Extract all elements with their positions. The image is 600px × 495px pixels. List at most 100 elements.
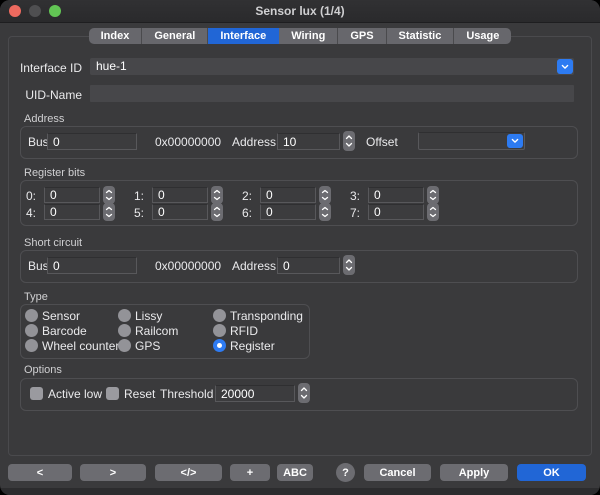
register-bit-1-stepper[interactable] [211, 186, 223, 204]
register-bit-1-input[interactable] [152, 187, 208, 203]
radio-rfid-label: RFID [230, 324, 258, 338]
address-bus-input[interactable] [47, 133, 137, 150]
uid-name-label: UID-Name [0, 88, 82, 102]
type-group-label: Type [24, 291, 48, 303]
register-bit-1-label: 1: [130, 189, 144, 203]
register-bit-6-stepper[interactable] [319, 203, 331, 221]
radio-transponding[interactable] [213, 309, 226, 322]
register-bit-0-stepper[interactable] [103, 186, 115, 204]
interface-id-dropdown-button[interactable] [557, 59, 573, 74]
radio-lissy-label: Lissy [135, 309, 162, 323]
register-bit-6-input[interactable] [260, 204, 316, 220]
window-bottom-edge [0, 488, 600, 495]
uid-name-input[interactable] [90, 85, 574, 102]
stepper-arrows-icon [427, 186, 439, 204]
radio-lissy[interactable] [118, 309, 131, 322]
radio-wheel-counter-label: Wheel counter [42, 339, 119, 353]
radio-railcom[interactable] [118, 324, 131, 337]
radio-register-label: Register [230, 339, 275, 353]
address-address-label: Address [232, 135, 276, 149]
radio-register[interactable] [213, 339, 226, 352]
tab-wiring[interactable]: Wiring [279, 28, 338, 44]
register-bit-7-input[interactable] [368, 204, 424, 220]
address-offset-combobox[interactable] [418, 132, 525, 150]
tab-bar: Index General Interface Wiring GPS Stati… [0, 28, 600, 44]
radio-railcom-label: Railcom [135, 324, 178, 338]
address-offset-dropdown-button[interactable] [507, 134, 523, 148]
threshold-label: Threshold [160, 387, 213, 401]
radio-sensor-label: Sensor [42, 309, 80, 323]
tab-usage[interactable]: Usage [454, 28, 511, 44]
register-bit-3-input[interactable] [368, 187, 424, 203]
register-bit-2-stepper[interactable] [319, 186, 331, 204]
next-button[interactable]: > [80, 464, 146, 481]
interface-id-label: Interface ID [0, 61, 82, 75]
register-bit-4-label: 4: [22, 206, 36, 220]
apply-button[interactable]: Apply [440, 464, 508, 481]
title-bar: Sensor lux (1/4) [0, 0, 600, 23]
tab-index[interactable]: Index [89, 28, 143, 44]
short-circuit-bus-hex-label: 0x00000000 [155, 259, 221, 273]
register-bit-7-label: 7: [346, 206, 360, 220]
cancel-button[interactable]: Cancel [364, 464, 431, 481]
window-title: Sensor lux (1/4) [0, 4, 600, 18]
stepper-arrows-icon [298, 383, 310, 403]
threshold-input[interactable] [215, 385, 295, 402]
register-bit-5-stepper[interactable] [211, 203, 223, 221]
short-circuit-address-label: Address [232, 259, 276, 273]
short-circuit-bus-input[interactable] [47, 257, 137, 274]
reset-checkbox[interactable] [106, 387, 119, 400]
address-bus-hex-label: 0x00000000 [155, 135, 221, 149]
active-low-label: Active low [48, 387, 102, 401]
interface-id-combobox[interactable]: hue-1 [90, 58, 574, 75]
tab-statistic[interactable]: Statistic [387, 28, 455, 44]
radio-gps[interactable] [118, 339, 131, 352]
register-bit-0-input[interactable] [44, 187, 100, 203]
tab-general[interactable]: General [142, 28, 208, 44]
register-bit-7-stepper[interactable] [427, 203, 439, 221]
stepper-arrows-icon [211, 186, 223, 204]
radio-wheel-counter[interactable] [25, 339, 38, 352]
register-bit-3-stepper[interactable] [427, 186, 439, 204]
options-group-label: Options [24, 364, 62, 376]
short-circuit-bus-label: Bus [28, 259, 49, 273]
ok-button[interactable]: OK [517, 464, 586, 481]
short-circuit-address-input[interactable] [277, 257, 340, 274]
add-button[interactable]: + [230, 464, 270, 481]
radio-sensor[interactable] [25, 309, 38, 322]
register-bit-2-label: 2: [238, 189, 252, 203]
tab-gps[interactable]: GPS [338, 28, 386, 44]
address-address-input[interactable] [277, 133, 340, 150]
stepper-arrows-icon [343, 255, 355, 275]
register-bit-0-label: 0: [22, 189, 36, 203]
tab-interface[interactable]: Interface [208, 28, 279, 44]
register-bit-2-input[interactable] [260, 187, 316, 203]
stepper-arrows-icon [343, 131, 355, 151]
code-button[interactable]: </> [155, 464, 222, 481]
chevron-down-icon [559, 61, 571, 73]
radio-barcode[interactable] [25, 324, 38, 337]
stepper-arrows-icon [427, 203, 439, 221]
register-bit-4-stepper[interactable] [103, 203, 115, 221]
sensor-dialog-window: Sensor lux (1/4) Index General Interface… [0, 0, 600, 495]
address-address-stepper[interactable] [343, 131, 355, 151]
register-bit-3-label: 3: [346, 189, 360, 203]
radio-rfid[interactable] [213, 324, 226, 337]
stepper-arrows-icon [319, 186, 331, 204]
active-low-checkbox[interactable] [30, 387, 43, 400]
register-bit-5-input[interactable] [152, 204, 208, 220]
stepper-arrows-icon [103, 186, 115, 204]
short-circuit-group-label: Short circuit [24, 237, 82, 249]
radio-gps-label: GPS [135, 339, 160, 353]
help-button[interactable]: ? [336, 463, 355, 482]
address-bus-label: Bus [28, 135, 49, 149]
abc-button[interactable]: ABC [277, 464, 313, 481]
short-circuit-address-stepper[interactable] [343, 255, 355, 275]
register-bit-4-input[interactable] [44, 204, 100, 220]
threshold-stepper[interactable] [298, 383, 310, 403]
prev-button[interactable]: < [8, 464, 72, 481]
address-offset-label: Offset [366, 135, 398, 149]
chevron-down-icon [509, 135, 521, 147]
register-bit-5-label: 5: [130, 206, 144, 220]
interface-id-value: hue-1 [96, 59, 127, 74]
